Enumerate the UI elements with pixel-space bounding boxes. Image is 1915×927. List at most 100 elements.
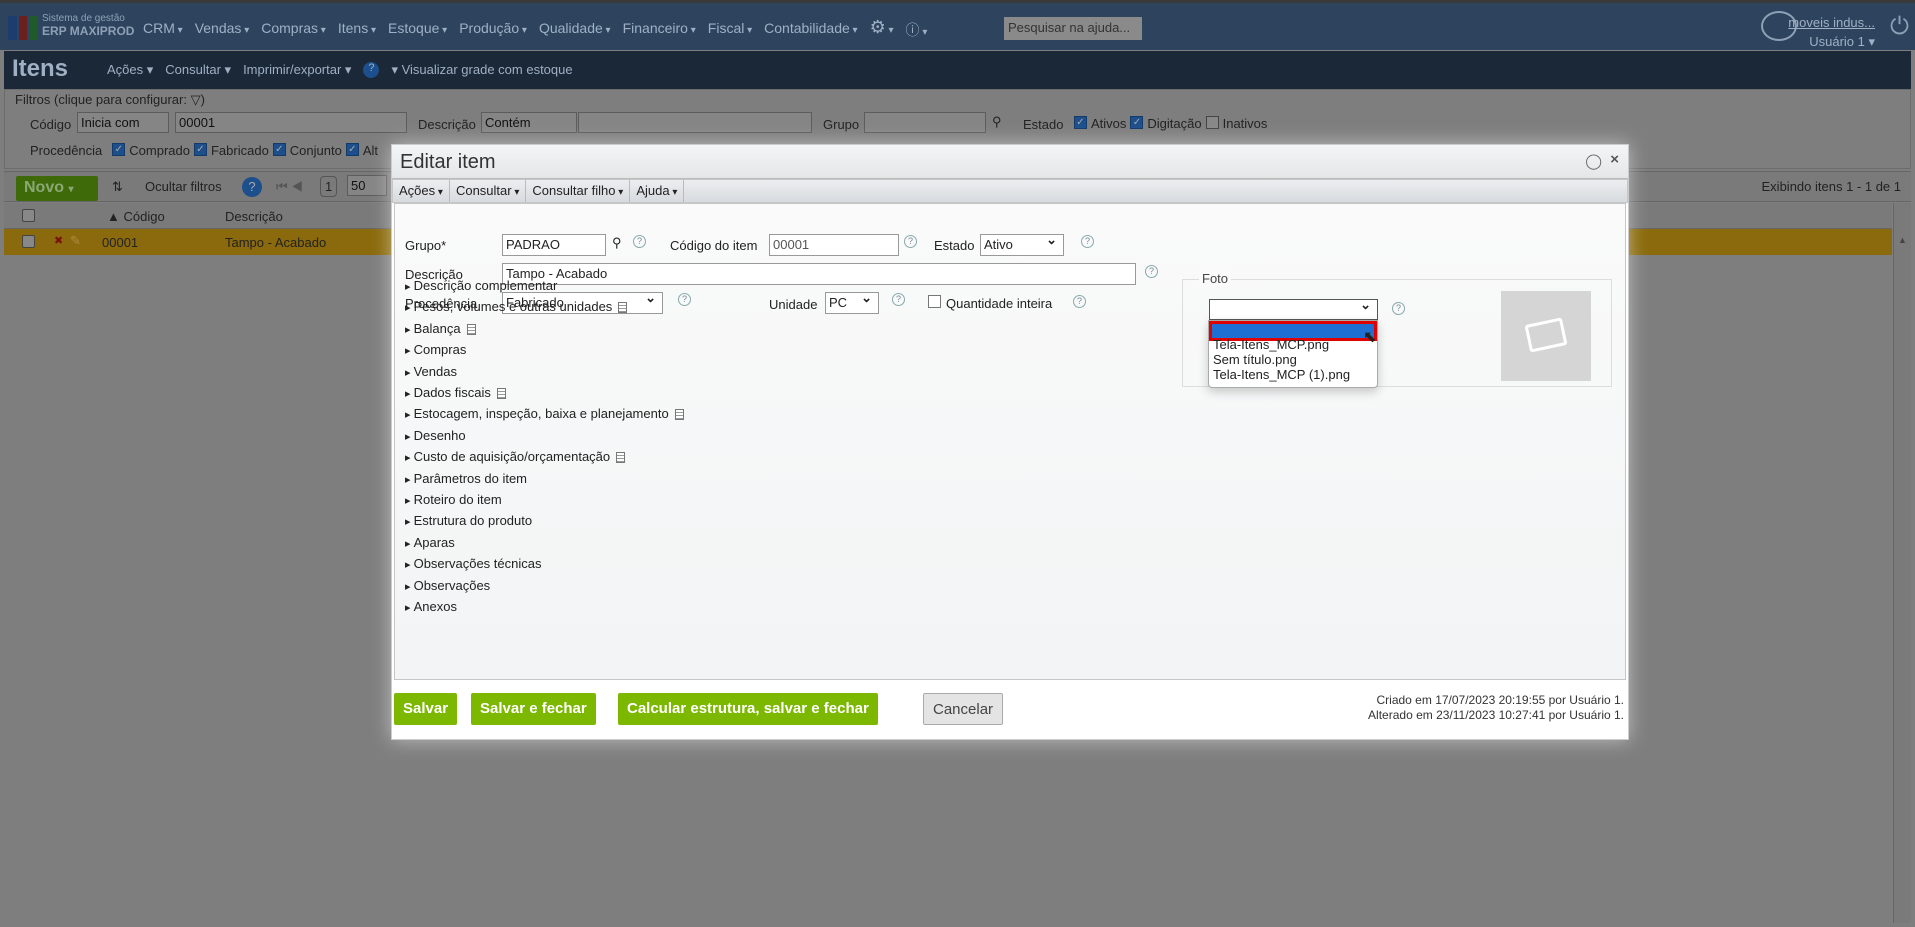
document-icon[interactable] — [674, 409, 684, 421]
menu-compras[interactable]: Compras — [261, 20, 326, 40]
close-icon[interactable]: × — [1610, 151, 1619, 168]
column-descricao[interactable]: Descrição — [225, 209, 283, 224]
grupo-input[interactable]: PADRAO — [502, 234, 606, 256]
section-toggle[interactable]: Estocagem, inspeção, baixa e planejament… — [405, 406, 684, 421]
inativos-checkbox[interactable] — [1205, 116, 1219, 129]
menu-estoque[interactable]: Estoque — [388, 20, 447, 40]
select-all-checkbox[interactable] — [22, 209, 35, 222]
ativos-checkbox[interactable]: ✓ — [1074, 116, 1087, 129]
page-menu-acoes[interactable]: Ações ▾ — [107, 62, 153, 78]
foto-option[interactable]: Tela-Itens_MCP (1).png — [1209, 367, 1377, 382]
section-toggle[interactable]: Observações técnicas — [405, 556, 542, 571]
help-icon[interactable]: ? — [242, 177, 262, 197]
section-toggle[interactable]: Parâmetros do item — [405, 471, 527, 486]
unidade-select[interactable]: PC — [825, 290, 879, 314]
section-toggle[interactable]: Anexos — [405, 599, 457, 614]
foto-option[interactable]: Tela-Itens_MCP.png — [1209, 337, 1377, 352]
dialog-menu-consultar[interactable]: Consultar — [450, 180, 527, 202]
calcular-estrutura-button[interactable]: Calcular estrutura, salvar e fechar — [618, 693, 878, 725]
page-number-input[interactable]: 1 — [320, 176, 338, 197]
help-icon[interactable]: ? — [1392, 302, 1405, 315]
help-icon[interactable]: ? — [633, 235, 646, 248]
section-toggle[interactable]: Observações — [405, 578, 491, 593]
dialog-menu-acoes[interactable]: Ações — [393, 180, 450, 202]
refresh-icon[interactable]: ⇅ — [112, 179, 123, 195]
document-icon[interactable] — [618, 302, 628, 314]
page-menu-imprimir[interactable]: Imprimir/exportar ▾ — [243, 62, 351, 78]
column-codigo[interactable]: ▲ Código — [107, 209, 165, 224]
document-icon[interactable] — [616, 452, 626, 464]
section-toggle[interactable]: Pesos, volumes e outras unidades — [405, 299, 628, 314]
section-toggle[interactable]: Aparas — [405, 535, 455, 550]
menu-qualidade[interactable]: Qualidade — [539, 20, 611, 40]
delete-icon[interactable]: ✖ — [54, 234, 63, 247]
gear-icon[interactable]: ⚙ — [870, 17, 894, 40]
help-icon[interactable]: ⓘ — [906, 20, 928, 40]
section-toggle[interactable]: Dados fiscais — [405, 385, 506, 400]
novo-button[interactable]: Novo ▾ — [16, 176, 98, 201]
salvar-button[interactable]: Salvar — [394, 693, 458, 725]
foto-select[interactable] — [1209, 297, 1378, 320]
descricao-operator-select[interactable]: Contém — [481, 112, 577, 133]
dialog-menu-ajuda[interactable]: Ajuda — [630, 180, 685, 202]
search-icon[interactable]: ⚲ — [992, 114, 1002, 130]
section-toggle[interactable]: Descrição complementar — [405, 278, 558, 293]
menu-financeiro[interactable]: Financeiro — [623, 20, 696, 40]
salvar-e-fechar-button[interactable]: Salvar e fechar — [471, 693, 596, 725]
menu-fiscal[interactable]: Fiscal — [708, 20, 752, 40]
help-icon[interactable]: ? — [678, 293, 691, 306]
ocultar-filtros-button[interactable]: Ocultar filtros — [145, 179, 222, 194]
section-toggle[interactable]: Custo de aquisição/orçamentação — [405, 449, 626, 464]
section-toggle[interactable]: Compras — [405, 342, 467, 357]
descricao-filter-input[interactable] — [578, 112, 812, 133]
codigo-operator-select[interactable]: Inicia com — [77, 112, 169, 133]
menu-vendas[interactable]: Vendas — [195, 20, 250, 40]
page-menu-grade[interactable]: ▾ Visualizar grade com estoque — [391, 62, 572, 78]
fabricado-checkbox[interactable]: ✓ — [193, 143, 207, 156]
menu-contabilidade[interactable]: Contabilidade — [764, 20, 857, 40]
help-icon[interactable]: ? — [363, 62, 380, 78]
document-icon[interactable] — [496, 388, 506, 400]
quantidade-inteira-checkbox[interactable] — [928, 295, 941, 308]
conjunto-checkbox[interactable]: ✓ — [272, 143, 286, 156]
menu-producao[interactable]: Produção — [459, 20, 527, 40]
section-toggle[interactable]: Estrutura do produto — [405, 513, 533, 528]
power-icon[interactable]: ⏻ — [1890, 13, 1909, 41]
search-icon[interactable]: ⚲ — [612, 235, 622, 251]
document-icon[interactable] — [466, 323, 476, 335]
page-menu-consultar[interactable]: Consultar ▾ — [165, 62, 231, 78]
section-toggle[interactable]: Roteiro do item — [405, 492, 502, 507]
help-icon[interactable]: ? — [892, 293, 905, 306]
row-checkbox[interactable] — [22, 235, 35, 248]
filter-icon[interactable]: ▽) — [191, 92, 205, 107]
edit-icon[interactable]: ✎ — [70, 233, 81, 249]
descricao-input[interactable]: Tampo - Acabado — [502, 263, 1136, 285]
codigo-item-input[interactable]: 00001 — [769, 234, 899, 256]
comprado-checkbox[interactable]: ✓ — [112, 143, 126, 156]
digitacao-checkbox[interactable]: ✓ — [1130, 116, 1144, 129]
chat-icon[interactable]: ◯ — [1585, 152, 1602, 170]
dialog-menu-consultar-filho[interactable]: Consultar filho — [526, 180, 631, 202]
codigo-filter-input[interactable]: 00001 — [175, 112, 407, 133]
filters-legend[interactable]: Filtros (clique para configurar: ▽) — [15, 92, 205, 108]
help-icon[interactable]: ? — [1081, 235, 1094, 248]
foto-option[interactable]: Sem título.png — [1209, 352, 1377, 367]
section-toggle[interactable]: Balança — [405, 321, 476, 336]
grupo-filter-input[interactable] — [864, 112, 986, 133]
per-page-select[interactable]: 50 — [347, 175, 387, 196]
help-search-input[interactable]: Pesquisar na ajuda... — [1004, 17, 1142, 40]
menu-itens[interactable]: Itens — [338, 20, 376, 40]
section-toggle[interactable]: Desenho — [405, 428, 466, 443]
help-icon[interactable]: ? — [1073, 295, 1086, 308]
help-icon[interactable]: ? — [1145, 265, 1158, 278]
cancelar-button[interactable]: Cancelar — [923, 693, 1004, 725]
first-page-icon[interactable]: ⏮ ◀ — [276, 179, 303, 195]
alt-checkbox[interactable]: ✓ — [345, 143, 359, 156]
user-menu[interactable]: Usuário 1 ▾ — [1809, 34, 1875, 49]
scrollbar[interactable]: ▲ — [1893, 203, 1911, 923]
section-toggle[interactable]: Vendas — [405, 364, 457, 379]
estado-select[interactable]: Ativo — [980, 232, 1064, 256]
menu-crm[interactable]: CRM — [143, 20, 183, 40]
company-link[interactable]: moveis indus... — [1788, 13, 1875, 32]
help-icon[interactable]: ? — [904, 235, 917, 248]
